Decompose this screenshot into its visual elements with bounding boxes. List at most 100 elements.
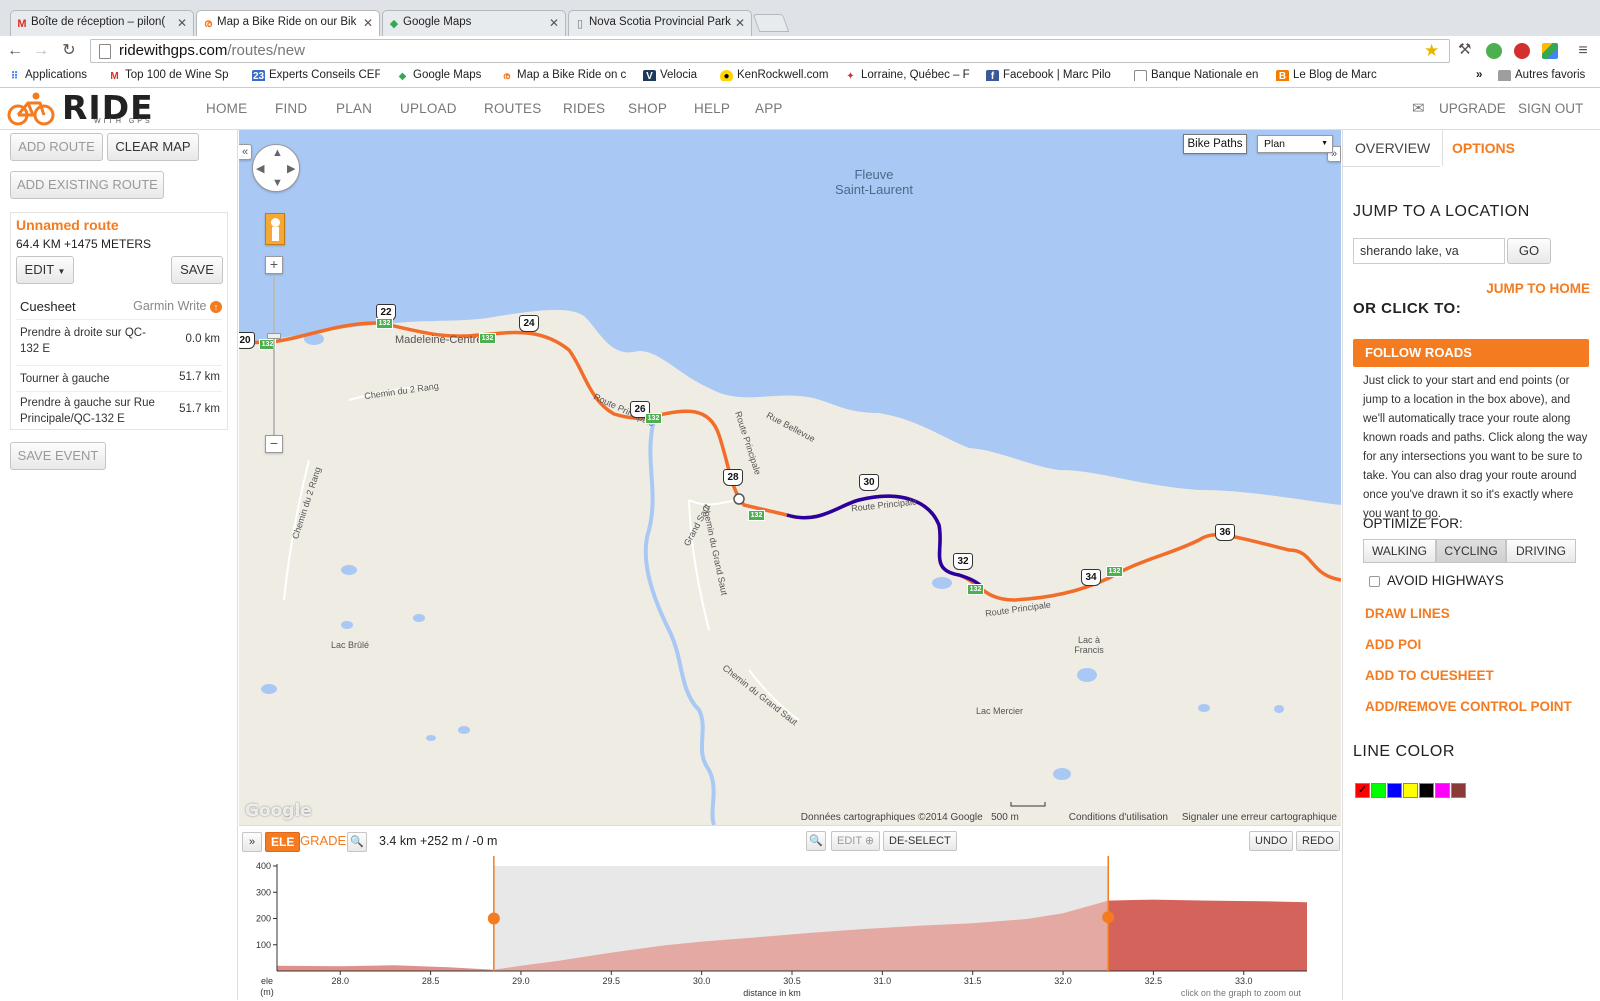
zoom-slider-track[interactable]	[273, 275, 275, 435]
other-bookmarks[interactable]: Autres favoris	[1498, 69, 1598, 81]
add-remove-control-point-link[interactable]: ADD/REMOVE CONTROL POINT	[1365, 699, 1572, 714]
wrench-icon[interactable]: ⚒	[1458, 40, 1474, 58]
nav-plan[interactable]: PLAN	[336, 101, 372, 116]
bookmark-item[interactable]: ◆ Google Maps	[396, 69, 491, 81]
nav-shop[interactable]: SHOP	[628, 101, 667, 116]
drive-icon[interactable]	[1542, 43, 1558, 59]
color-swatch[interactable]	[1387, 783, 1402, 798]
save-route-button[interactable]: SAVE	[171, 256, 223, 284]
edit-selection-button[interactable]: EDIT ⊕	[831, 831, 881, 851]
extension-red-icon[interactable]	[1514, 43, 1530, 59]
bookmark-item[interactable]: 23 Experts Conseils CEF	[252, 69, 380, 81]
zoom-in-button[interactable]: +	[265, 256, 283, 274]
cue-row[interactable]: Prendre à droite sur QC-132 E 0.0 km	[16, 319, 222, 365]
go-button[interactable]: GO	[1507, 238, 1551, 264]
pan-control[interactable]: ▲ ▼ ◀ ▶	[252, 144, 300, 192]
location-search-input[interactable]: sherando lake, va	[1353, 238, 1505, 264]
close-icon[interactable]: ✕	[549, 16, 559, 30]
route-name[interactable]: Unnamed route	[16, 217, 119, 233]
optimize-walking-button[interactable]: WALKING	[1363, 539, 1436, 563]
optimize-cycling-button[interactable]: CYCLING	[1436, 539, 1506, 563]
nav-rides[interactable]: RIDES	[563, 101, 605, 116]
address-bar[interactable]: ridewithgps.com/routes/new	[90, 39, 1450, 63]
cue-row[interactable]: Prendre à gauche sur Rue Principale/QC-1…	[16, 391, 222, 429]
color-swatch[interactable]	[1435, 783, 1450, 798]
pan-left-icon[interactable]: ◀	[256, 162, 264, 175]
undo-button[interactable]: UNDO	[1249, 831, 1294, 851]
bookmark-item[interactable]: ⠿ Applications	[8, 69, 98, 81]
bookmark-item[interactable]: ര Map a Bike Ride on c	[500, 69, 628, 81]
pan-up-icon[interactable]: ▲	[272, 147, 283, 159]
color-swatch[interactable]	[1451, 783, 1466, 798]
close-icon[interactable]: ✕	[363, 16, 373, 30]
new-tab-button[interactable]	[752, 14, 790, 32]
redo-button[interactable]: REDO	[1296, 831, 1340, 851]
close-icon[interactable]: ✕	[177, 16, 187, 30]
bookmark-item[interactable]: M Top 100 de Wine Sp	[108, 69, 236, 81]
close-icon[interactable]: ✕	[735, 16, 745, 30]
report-error-link[interactable]: Signaler une erreur cartographique	[1182, 812, 1337, 823]
follow-roads-mode[interactable]: FOLLOW ROADS	[1353, 339, 1589, 367]
tab-google-maps[interactable]: ◆ Google Maps ✕	[382, 10, 566, 36]
nav-find[interactable]: FIND	[275, 101, 307, 116]
tab-overview[interactable]: OVERVIEW	[1343, 130, 1444, 166]
deselect-button[interactable]: DE-SELECT	[883, 831, 957, 851]
zoom-out-button[interactable]: −	[265, 435, 283, 453]
forward-icon[interactable]: →	[30, 40, 52, 62]
bookmark-item[interactable]: V Velocia	[643, 69, 711, 81]
pan-down-icon[interactable]: ▼	[272, 177, 283, 189]
star-icon[interactable]: ★	[1424, 41, 1439, 61]
zoom-slider-handle[interactable]	[267, 333, 281, 339]
bookmark-item[interactable]: ✦ Lorraine, Québec – F	[844, 69, 972, 81]
cue-row[interactable]: Tourner à gauche 51.7 km	[16, 365, 222, 391]
bike-paths-toggle[interactable]: Bike Paths	[1183, 134, 1247, 154]
avoid-highways-checkbox[interactable]	[1369, 576, 1380, 587]
elevation-profile-after[interactable]	[1108, 899, 1307, 971]
elevation-plot-group[interactable]: 100 200 300 400 28.0 28.5 29.0 29.5 30.0 30.5 31.0…	[256, 856, 1307, 998]
mail-icon[interactable]: ✉	[1412, 99, 1425, 117]
extension-green-icon[interactable]	[1486, 43, 1502, 59]
nav-app[interactable]: APP	[755, 101, 783, 116]
add-to-cuesheet-link[interactable]: ADD TO CUESHEET	[1365, 668, 1494, 683]
zoom-selection-icon[interactable]: 🔍	[806, 831, 826, 851]
color-swatch[interactable]	[1419, 783, 1434, 798]
sign-out-link[interactable]: SIGN OUT	[1518, 101, 1583, 116]
nav-routes[interactable]: ROUTES	[484, 101, 541, 116]
zoom-icon[interactable]: 🔍	[347, 832, 367, 852]
bookmark-item[interactable]: B Le Blog de Marc	[1276, 69, 1386, 81]
collapse-elevation-icon[interactable]: »	[242, 832, 262, 852]
nav-help[interactable]: HELP	[694, 101, 730, 116]
elevation-chart[interactable]: 100 200 300 400 28.0 28.5 29.0 29.5 30.0 30.5 31.0…	[239, 856, 1341, 1001]
selection-marker-handle[interactable]	[1102, 911, 1115, 924]
tab-gmail[interactable]: M Boîte de réception – pilon( ✕	[10, 10, 194, 36]
add-poi-link[interactable]: ADD POI	[1365, 637, 1421, 652]
reload-icon[interactable]: ↻	[58, 40, 80, 62]
selection-marker-handle[interactable]	[487, 912, 500, 925]
draw-lines-link[interactable]: DRAW LINES	[1365, 606, 1450, 621]
add-existing-route-button[interactable]: ADD EXISTING ROUTE	[10, 171, 164, 199]
street-view-pegman-icon[interactable]	[265, 213, 285, 245]
add-route-button[interactable]: ADD ROUTE	[10, 133, 103, 161]
elevation-profile-before[interactable]	[277, 965, 494, 971]
ride-with-gps-logo[interactable]: RIDE WITH GPS	[6, 88, 176, 128]
edit-dropdown-button[interactable]: EDIT ▼	[16, 256, 74, 284]
color-swatch[interactable]	[1371, 783, 1386, 798]
bookmark-item[interactable]: f Facebook | Marc Pilo	[986, 69, 1114, 81]
bookmarks-overflow[interactable]: »	[1476, 69, 1482, 81]
map-type-select[interactable]: Plan ▼	[1257, 135, 1333, 153]
tab-options[interactable]: OPTIONS	[1440, 130, 1527, 166]
collapse-left-panel-button[interactable]: «	[239, 144, 252, 160]
route-map[interactable]: Fleuve Saint-Laurent Madeleine-Centre Che…	[239, 130, 1341, 825]
bookmark-item[interactable]: Banque Nationale en	[1134, 69, 1260, 81]
grade-tab[interactable]: GRADE	[300, 833, 346, 848]
nav-home[interactable]: HOME	[206, 101, 247, 116]
save-event-button[interactable]: SAVE EVENT	[10, 442, 106, 470]
elevation-tab[interactable]: ELE	[265, 832, 301, 852]
pan-right-icon[interactable]: ▶	[287, 162, 295, 175]
route-control-point[interactable]	[733, 493, 745, 505]
color-swatch[interactable]	[1403, 783, 1418, 798]
clear-map-button[interactable]: CLEAR MAP	[107, 133, 199, 161]
color-swatch[interactable]: ✓	[1355, 783, 1370, 798]
garmin-write-link[interactable]: Garmin Write ↑	[133, 299, 222, 313]
tab-nova-scotia[interactable]: ▯ Nova Scotia Provincial Park ✕	[568, 10, 752, 36]
